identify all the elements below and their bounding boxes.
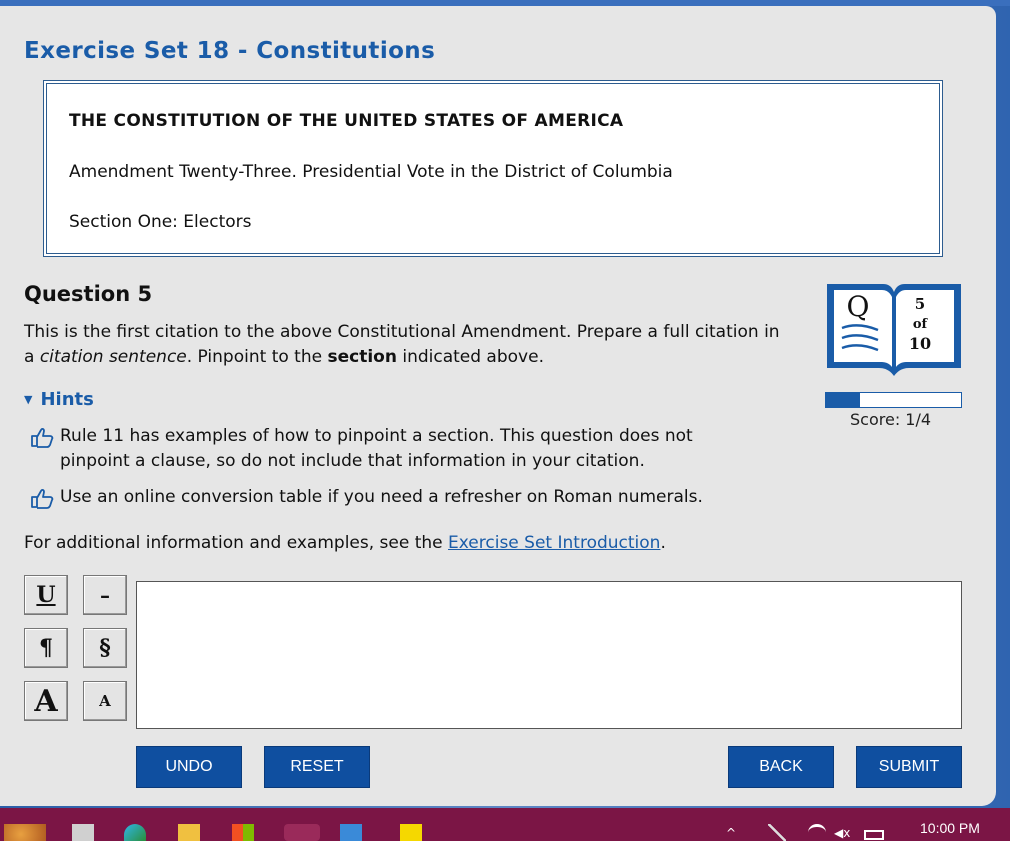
book-total-number: 10 — [909, 334, 931, 353]
question-heading: Question 5 — [24, 282, 153, 306]
book-current-number: 5 — [915, 295, 925, 313]
exercise-panel: Exercise Set 18 - Constitutions THE CONS… — [0, 6, 996, 806]
question-text-italic: citation sentence — [39, 347, 187, 367]
caret-down-icon: ▼ — [24, 393, 33, 406]
edge-browser-icon[interactable] — [124, 824, 146, 841]
thumbs-up-icon — [30, 426, 60, 474]
hint-text: Rule 11 has examples of how to pinpoint … — [60, 426, 693, 471]
clock-time[interactable]: 10:00 PM — [920, 820, 980, 836]
section-symbol-button[interactable]: § — [83, 628, 127, 668]
weather-icon[interactable] — [4, 824, 46, 841]
thumbs-up-icon — [30, 487, 60, 517]
small-caps-button[interactable]: A — [83, 681, 127, 721]
speaker-icon[interactable]: ◀x — [834, 826, 854, 841]
dash-button[interactable]: – — [83, 575, 127, 615]
exercise-intro-link[interactable]: Exercise Set Introduction — [448, 533, 660, 553]
submit-button[interactable]: SUBMIT — [856, 746, 962, 788]
large-caps-button[interactable]: A — [24, 681, 68, 721]
question-text: This is the first citation to the above … — [24, 320, 784, 370]
book-of-label: of — [913, 317, 929, 332]
hints-toggle[interactable]: ▼ Hints — [24, 389, 94, 410]
question-text-part3: indicated above. — [396, 347, 544, 367]
battery-icon[interactable] — [864, 830, 884, 840]
additional-suffix: . — [660, 533, 666, 553]
file-explorer-icon[interactable] — [178, 824, 200, 841]
hints-label: Hints — [40, 389, 94, 410]
score-label: Score: 1/4 — [850, 410, 932, 429]
underline-button[interactable]: U — [24, 575, 68, 615]
constitution-box: THE CONSTITUTION OF THE UNITED STATES OF… — [43, 80, 943, 257]
chevron-up-icon[interactable]: ^ — [726, 826, 740, 841]
chrome-icon[interactable] — [284, 824, 320, 841]
back-button[interactable]: BACK — [728, 746, 834, 788]
question-text-bold: section — [327, 347, 397, 367]
question-text-part2: . Pinpoint to the — [186, 347, 328, 367]
store-icon[interactable] — [232, 824, 254, 841]
sticky-notes-icon[interactable] — [400, 824, 422, 841]
score-progress-bar — [825, 392, 962, 408]
hint-item: Use an online conversion table if you ne… — [30, 485, 760, 517]
mic-muted-icon[interactable] — [768, 824, 786, 841]
hint-item: Rule 11 has examples of how to pinpoint … — [30, 424, 760, 474]
hint-text: Use an online conversion table if you ne… — [60, 487, 703, 507]
section-line: Section One: Electors — [69, 212, 252, 232]
task-view-icon[interactable] — [72, 824, 94, 841]
additional-info: For additional information and examples,… — [24, 533, 666, 553]
constitution-title: THE CONSTITUTION OF THE UNITED STATES OF… — [69, 111, 624, 131]
book-q-letter: Q — [847, 290, 870, 323]
app-icon[interactable] — [340, 824, 362, 841]
page-title: Exercise Set 18 - Constitutions — [24, 38, 436, 64]
os-taskbar: ^ ◀x 10:00 PM — [0, 808, 1010, 841]
question-book-icon: Q 5 of 10 — [827, 284, 961, 376]
undo-button[interactable]: UNDO — [136, 746, 242, 788]
wifi-icon[interactable] — [808, 824, 826, 841]
amendment-line: Amendment Twenty-Three. Presidential Vot… — [69, 162, 673, 182]
reset-button[interactable]: RESET — [264, 746, 370, 788]
constitution-box-inner: THE CONSTITUTION OF THE UNITED STATES OF… — [46, 83, 940, 254]
answer-input[interactable] — [136, 581, 962, 729]
additional-prefix: For additional information and examples,… — [24, 533, 449, 553]
score-progress-fill — [826, 393, 860, 407]
paragraph-button[interactable]: ¶ — [24, 628, 68, 668]
